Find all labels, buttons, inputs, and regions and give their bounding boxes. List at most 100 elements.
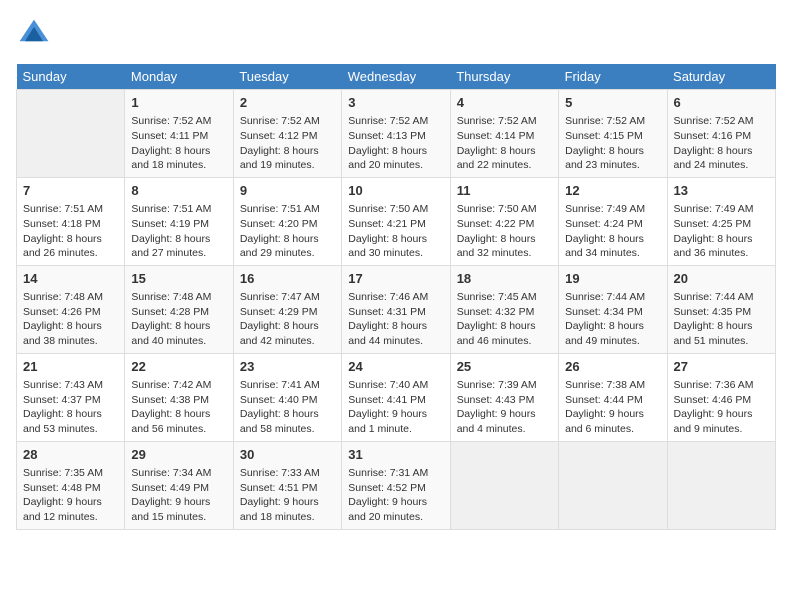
calendar-cell: 13 Sunrise: 7:49 AM Sunset: 4:25 PM Dayl… bbox=[667, 177, 775, 265]
day-number: 29 bbox=[131, 446, 226, 464]
calendar-cell: 22 Sunrise: 7:42 AM Sunset: 4:38 PM Dayl… bbox=[125, 353, 233, 441]
day-number: 17 bbox=[348, 270, 443, 288]
day-number: 5 bbox=[565, 94, 660, 112]
calendar-cell bbox=[667, 441, 775, 529]
calendar-cell: 19 Sunrise: 7:44 AM Sunset: 4:34 PM Dayl… bbox=[559, 265, 667, 353]
calendar-cell: 25 Sunrise: 7:39 AM Sunset: 4:43 PM Dayl… bbox=[450, 353, 558, 441]
day-info: Sunrise: 7:52 AM Sunset: 4:11 PM Dayligh… bbox=[131, 114, 226, 173]
day-number: 20 bbox=[674, 270, 769, 288]
calendar-cell: 14 Sunrise: 7:48 AM Sunset: 4:26 PM Dayl… bbox=[17, 265, 125, 353]
calendar-cell: 6 Sunrise: 7:52 AM Sunset: 4:16 PM Dayli… bbox=[667, 90, 775, 178]
calendar-table: SundayMondayTuesdayWednesdayThursdayFrid… bbox=[16, 64, 776, 530]
calendar-cell: 16 Sunrise: 7:47 AM Sunset: 4:29 PM Dayl… bbox=[233, 265, 341, 353]
weekday-header-row: SundayMondayTuesdayWednesdayThursdayFrid… bbox=[17, 64, 776, 90]
day-info: Sunrise: 7:52 AM Sunset: 4:13 PM Dayligh… bbox=[348, 114, 443, 173]
weekday-header: Monday bbox=[125, 64, 233, 90]
day-info: Sunrise: 7:50 AM Sunset: 4:21 PM Dayligh… bbox=[348, 202, 443, 261]
day-info: Sunrise: 7:44 AM Sunset: 4:34 PM Dayligh… bbox=[565, 290, 660, 349]
day-info: Sunrise: 7:51 AM Sunset: 4:20 PM Dayligh… bbox=[240, 202, 335, 261]
day-info: Sunrise: 7:44 AM Sunset: 4:35 PM Dayligh… bbox=[674, 290, 769, 349]
weekday-header: Thursday bbox=[450, 64, 558, 90]
calendar-week-row: 28 Sunrise: 7:35 AM Sunset: 4:48 PM Dayl… bbox=[17, 441, 776, 529]
day-info: Sunrise: 7:52 AM Sunset: 4:15 PM Dayligh… bbox=[565, 114, 660, 173]
day-info: Sunrise: 7:45 AM Sunset: 4:32 PM Dayligh… bbox=[457, 290, 552, 349]
calendar-cell: 12 Sunrise: 7:49 AM Sunset: 4:24 PM Dayl… bbox=[559, 177, 667, 265]
day-info: Sunrise: 7:46 AM Sunset: 4:31 PM Dayligh… bbox=[348, 290, 443, 349]
day-number: 7 bbox=[23, 182, 118, 200]
calendar-week-row: 1 Sunrise: 7:52 AM Sunset: 4:11 PM Dayli… bbox=[17, 90, 776, 178]
calendar-cell: 9 Sunrise: 7:51 AM Sunset: 4:20 PM Dayli… bbox=[233, 177, 341, 265]
calendar-cell: 1 Sunrise: 7:52 AM Sunset: 4:11 PM Dayli… bbox=[125, 90, 233, 178]
day-number: 11 bbox=[457, 182, 552, 200]
day-number: 2 bbox=[240, 94, 335, 112]
day-info: Sunrise: 7:52 AM Sunset: 4:16 PM Dayligh… bbox=[674, 114, 769, 173]
calendar-cell: 28 Sunrise: 7:35 AM Sunset: 4:48 PM Dayl… bbox=[17, 441, 125, 529]
calendar-cell: 27 Sunrise: 7:36 AM Sunset: 4:46 PM Dayl… bbox=[667, 353, 775, 441]
day-info: Sunrise: 7:42 AM Sunset: 4:38 PM Dayligh… bbox=[131, 378, 226, 437]
weekday-header: Wednesday bbox=[342, 64, 450, 90]
calendar-week-row: 7 Sunrise: 7:51 AM Sunset: 4:18 PM Dayli… bbox=[17, 177, 776, 265]
day-info: Sunrise: 7:49 AM Sunset: 4:24 PM Dayligh… bbox=[565, 202, 660, 261]
day-number: 16 bbox=[240, 270, 335, 288]
day-info: Sunrise: 7:35 AM Sunset: 4:48 PM Dayligh… bbox=[23, 466, 118, 525]
day-number: 18 bbox=[457, 270, 552, 288]
day-number: 9 bbox=[240, 182, 335, 200]
day-info: Sunrise: 7:40 AM Sunset: 4:41 PM Dayligh… bbox=[348, 378, 443, 437]
day-info: Sunrise: 7:48 AM Sunset: 4:28 PM Dayligh… bbox=[131, 290, 226, 349]
day-info: Sunrise: 7:36 AM Sunset: 4:46 PM Dayligh… bbox=[674, 378, 769, 437]
day-info: Sunrise: 7:49 AM Sunset: 4:25 PM Dayligh… bbox=[674, 202, 769, 261]
calendar-cell: 10 Sunrise: 7:50 AM Sunset: 4:21 PM Dayl… bbox=[342, 177, 450, 265]
day-number: 15 bbox=[131, 270, 226, 288]
day-info: Sunrise: 7:31 AM Sunset: 4:52 PM Dayligh… bbox=[348, 466, 443, 525]
calendar-cell: 21 Sunrise: 7:43 AM Sunset: 4:37 PM Dayl… bbox=[17, 353, 125, 441]
day-info: Sunrise: 7:48 AM Sunset: 4:26 PM Dayligh… bbox=[23, 290, 118, 349]
day-info: Sunrise: 7:41 AM Sunset: 4:40 PM Dayligh… bbox=[240, 378, 335, 437]
day-number: 6 bbox=[674, 94, 769, 112]
weekday-header: Tuesday bbox=[233, 64, 341, 90]
calendar-cell: 8 Sunrise: 7:51 AM Sunset: 4:19 PM Dayli… bbox=[125, 177, 233, 265]
day-number: 13 bbox=[674, 182, 769, 200]
day-number: 27 bbox=[674, 358, 769, 376]
day-info: Sunrise: 7:50 AM Sunset: 4:22 PM Dayligh… bbox=[457, 202, 552, 261]
day-number: 28 bbox=[23, 446, 118, 464]
page-header bbox=[16, 16, 776, 52]
logo-icon bbox=[16, 16, 52, 52]
calendar-cell bbox=[17, 90, 125, 178]
calendar-cell: 29 Sunrise: 7:34 AM Sunset: 4:49 PM Dayl… bbox=[125, 441, 233, 529]
day-info: Sunrise: 7:51 AM Sunset: 4:18 PM Dayligh… bbox=[23, 202, 118, 261]
calendar-cell: 24 Sunrise: 7:40 AM Sunset: 4:41 PM Dayl… bbox=[342, 353, 450, 441]
day-number: 22 bbox=[131, 358, 226, 376]
calendar-cell: 31 Sunrise: 7:31 AM Sunset: 4:52 PM Dayl… bbox=[342, 441, 450, 529]
day-info: Sunrise: 7:34 AM Sunset: 4:49 PM Dayligh… bbox=[131, 466, 226, 525]
day-info: Sunrise: 7:52 AM Sunset: 4:12 PM Dayligh… bbox=[240, 114, 335, 173]
day-number: 25 bbox=[457, 358, 552, 376]
calendar-cell: 26 Sunrise: 7:38 AM Sunset: 4:44 PM Dayl… bbox=[559, 353, 667, 441]
day-number: 30 bbox=[240, 446, 335, 464]
calendar-cell: 5 Sunrise: 7:52 AM Sunset: 4:15 PM Dayli… bbox=[559, 90, 667, 178]
calendar-cell: 7 Sunrise: 7:51 AM Sunset: 4:18 PM Dayli… bbox=[17, 177, 125, 265]
day-number: 3 bbox=[348, 94, 443, 112]
calendar-cell: 20 Sunrise: 7:44 AM Sunset: 4:35 PM Dayl… bbox=[667, 265, 775, 353]
day-number: 4 bbox=[457, 94, 552, 112]
day-info: Sunrise: 7:47 AM Sunset: 4:29 PM Dayligh… bbox=[240, 290, 335, 349]
day-number: 21 bbox=[23, 358, 118, 376]
calendar-cell: 11 Sunrise: 7:50 AM Sunset: 4:22 PM Dayl… bbox=[450, 177, 558, 265]
day-number: 8 bbox=[131, 182, 226, 200]
weekday-header: Sunday bbox=[17, 64, 125, 90]
calendar-cell: 3 Sunrise: 7:52 AM Sunset: 4:13 PM Dayli… bbox=[342, 90, 450, 178]
day-info: Sunrise: 7:39 AM Sunset: 4:43 PM Dayligh… bbox=[457, 378, 552, 437]
day-number: 19 bbox=[565, 270, 660, 288]
calendar-cell: 30 Sunrise: 7:33 AM Sunset: 4:51 PM Dayl… bbox=[233, 441, 341, 529]
day-number: 14 bbox=[23, 270, 118, 288]
calendar-cell bbox=[559, 441, 667, 529]
calendar-week-row: 14 Sunrise: 7:48 AM Sunset: 4:26 PM Dayl… bbox=[17, 265, 776, 353]
day-number: 31 bbox=[348, 446, 443, 464]
day-number: 26 bbox=[565, 358, 660, 376]
day-number: 12 bbox=[565, 182, 660, 200]
weekday-header: Saturday bbox=[667, 64, 775, 90]
day-number: 10 bbox=[348, 182, 443, 200]
calendar-week-row: 21 Sunrise: 7:43 AM Sunset: 4:37 PM Dayl… bbox=[17, 353, 776, 441]
calendar-cell: 4 Sunrise: 7:52 AM Sunset: 4:14 PM Dayli… bbox=[450, 90, 558, 178]
day-info: Sunrise: 7:52 AM Sunset: 4:14 PM Dayligh… bbox=[457, 114, 552, 173]
calendar-cell: 17 Sunrise: 7:46 AM Sunset: 4:31 PM Dayl… bbox=[342, 265, 450, 353]
